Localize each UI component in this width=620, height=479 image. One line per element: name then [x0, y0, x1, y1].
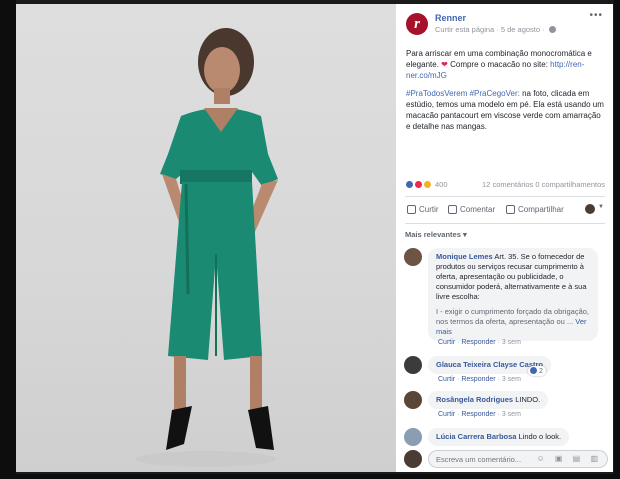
reactions-bar: 400 12 comentários 0 compartilhamentos	[405, 179, 605, 193]
comment-meta: Curtir · Responder · 3 sem	[438, 376, 521, 383]
comment-author[interactable]: Monique Lemes	[436, 252, 493, 261]
comment-like-count: 2	[539, 368, 543, 375]
comment-label: Comentar	[460, 205, 496, 214]
thumbs-up-icon	[407, 205, 416, 214]
react-as-avatar[interactable]	[585, 204, 595, 214]
reaction-icons[interactable]	[405, 179, 433, 189]
comment-meta: Curtir · Responder · 3 sem	[438, 339, 521, 346]
like-button[interactable]: Curtir	[407, 205, 439, 214]
avatar	[404, 450, 422, 468]
comment-like-badge[interactable]: 2	[528, 366, 546, 376]
post-photo[interactable]	[16, 4, 396, 472]
like-label: Curtir	[419, 205, 439, 214]
comment-like-link[interactable]: Curtir	[438, 376, 455, 383]
comment-bubble: Lúcia Carrera Barbosa Lindo o look.	[428, 428, 570, 446]
heart-icon: ❤	[441, 60, 448, 69]
comment-share-stats[interactable]: 12 comentários 0 compartilhamentos	[482, 180, 605, 189]
like-reaction-icon	[405, 179, 414, 189]
page-avatar[interactable]: r	[406, 13, 428, 35]
divider	[405, 223, 605, 224]
page-name[interactable]: Renner	[435, 13, 466, 23]
post-panel: r Renner Curtir esta página · 5 de agost…	[396, 4, 613, 472]
comment-item: Glauca Teixeira Clayse Castro 2 Curtir ·…	[404, 356, 604, 386]
globe-icon	[548, 26, 556, 33]
comment-like-link[interactable]: Curtir	[438, 339, 455, 346]
post-text: Para arriscar em uma combinação monocrom…	[406, 48, 604, 132]
avatar[interactable]	[404, 428, 422, 446]
comment-meta: Curtir · Responder · 3 sem	[438, 411, 521, 418]
comment-reply-link[interactable]: Responder	[461, 411, 495, 418]
post-meta: Curtir esta página · 5 de agosto ·	[435, 25, 556, 34]
comment-time: 3 sem	[501, 411, 521, 418]
more-options-icon[interactable]: •••	[589, 10, 603, 21]
comment-text: LINDO.	[515, 395, 541, 404]
comment-bubble: Rosângela Rodrigues LINDO.	[428, 391, 549, 409]
comment-reply-link[interactable]: Responder	[461, 376, 495, 383]
wow-reaction-icon	[423, 179, 433, 189]
comment-author[interactable]: Rosângela Rodrigues	[436, 395, 513, 404]
avatar[interactable]	[404, 248, 422, 266]
reaction-count[interactable]: 400	[435, 180, 448, 189]
composer-icons[interactable]: ☺ ▣ ▤ ▥	[536, 454, 602, 463]
comment-item: Monique Lemes Art. 35. Se o fornecedor d…	[404, 248, 604, 348]
comment-button[interactable]: Comentar	[448, 205, 495, 214]
comment-text-faded: I - exigir o cumprimento forçado da obri…	[436, 307, 589, 326]
post-meta-text[interactable]: Curtir esta página · 5 de agosto ·	[435, 25, 545, 34]
share-icon	[506, 205, 515, 214]
love-reaction-icon	[414, 179, 424, 189]
chevron-down-icon[interactable]: ▼	[598, 204, 604, 210]
avatar[interactable]	[404, 356, 422, 374]
comment-reply-link[interactable]: Responder	[461, 339, 495, 346]
comment-icon	[448, 205, 457, 214]
divider	[405, 196, 605, 197]
like-reaction-icon	[530, 367, 537, 374]
hashtags[interactable]: #PraTodosVerem #PraCegoVer:	[406, 89, 520, 98]
comment-bubble: Monique Lemes Art. 35. Se o fornecedor d…	[428, 248, 598, 341]
comment-item: Rosângela Rodrigues LINDO. Curtir · Resp…	[404, 391, 604, 421]
model-illustration	[136, 28, 278, 467]
comment-filter-dropdown[interactable]: Mais relevantes ▾	[405, 230, 467, 239]
comment-author[interactable]: Glauca Teixeira Clayse Castro	[436, 360, 543, 369]
post-header: r Renner Curtir esta página · 5 de agost…	[396, 4, 613, 44]
comment-author[interactable]: Lúcia Carrera Barbosa	[436, 432, 516, 441]
comment-composer: ☺ ▣ ▤ ▥	[404, 448, 608, 470]
share-label: Compartilhar	[518, 205, 564, 214]
post-actions: Curtir Comentar Compartilhar ▼	[405, 201, 605, 221]
comment-text: Lindo o look.	[518, 432, 562, 441]
post-paragraph-1b: Compre o macacão no site:	[450, 60, 551, 69]
avatar[interactable]	[404, 391, 422, 409]
comment-like-link[interactable]: Curtir	[438, 411, 455, 418]
comment-time: 3 sem	[501, 376, 521, 383]
comment-item: Lúcia Carrera Barbosa Lindo o look.	[404, 428, 604, 448]
share-button[interactable]: Compartilhar	[506, 205, 564, 214]
comment-time: 3 sem	[501, 339, 521, 346]
